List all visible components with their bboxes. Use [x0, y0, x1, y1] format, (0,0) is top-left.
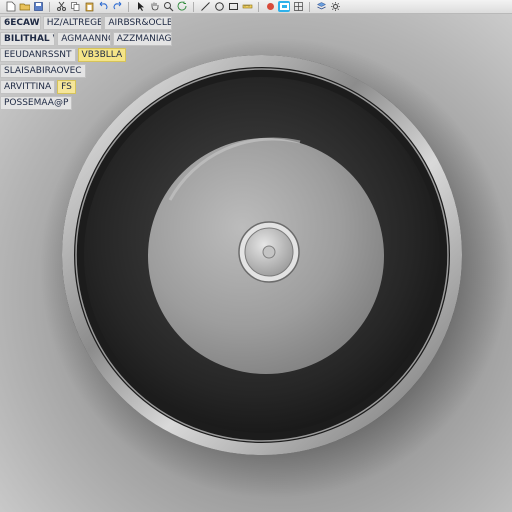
cut-button[interactable]: [55, 1, 67, 12]
paste-button[interactable]: [83, 1, 95, 12]
paste-icon: [85, 2, 93, 12]
highlighted-value[interactable]: VB3BLLA: [77, 48, 127, 62]
new-file-button[interactable]: [4, 1, 16, 12]
zoom-button[interactable]: [162, 1, 174, 12]
layers-button[interactable]: [315, 1, 327, 12]
view-button[interactable]: [278, 1, 290, 12]
panel-row: 6ECAW HZ/ALTREGE AIRBSR&OCLB: [0, 15, 172, 31]
property-key[interactable]: 6ECAW: [0, 16, 41, 30]
panel-row: ARVITTINA FS: [0, 79, 172, 95]
view-icon: [279, 3, 289, 10]
rectangle-button[interactable]: [227, 1, 239, 12]
properties-panel: 6ECAW HZ/ALTREGE AIRBSR&OCLB BILITHAL V …: [0, 15, 172, 111]
grid-button[interactable]: [292, 1, 304, 12]
pan-hand-icon: [151, 2, 158, 11]
line-button[interactable]: [199, 1, 211, 12]
highlighted-value[interactable]: FS: [57, 80, 76, 94]
measure-icon: [242, 4, 252, 9]
undo-icon: [99, 1, 107, 10]
property-value[interactable]: HZ/ALTREGE: [42, 16, 103, 30]
property-value[interactable]: EEUDANRSSNT: [0, 48, 76, 62]
toolbar-separator: [49, 1, 50, 12]
grid-icon: [293, 2, 303, 11]
copy-icon: [70, 2, 79, 11]
property-value[interactable]: SLAISABIRAOVEC: [0, 64, 86, 78]
copy-button[interactable]: [69, 1, 81, 12]
toolbar-separator: [193, 1, 194, 12]
save-icon: [33, 2, 43, 11]
toolbar-separator: [258, 1, 259, 12]
line-icon: [200, 2, 210, 11]
select-arrow-icon: [137, 2, 144, 11]
property-value[interactable]: AIRBSR&OCLB: [104, 16, 172, 30]
panel-row: POSSEMAA@P: [0, 95, 172, 111]
undo-button[interactable]: [97, 1, 109, 12]
cut-icon: [56, 1, 66, 11]
circle-icon: [214, 2, 224, 11]
open-folder-icon: [19, 3, 30, 11]
rectangle-icon: [228, 3, 238, 10]
render-button[interactable]: [264, 1, 276, 12]
property-key[interactable]: BILITHAL V: [0, 32, 56, 46]
center-bolt: [262, 245, 276, 259]
toolbar-separator: [309, 1, 310, 12]
rotate-button[interactable]: [176, 1, 188, 12]
property-value[interactable]: AGMAANNG: [57, 32, 111, 46]
settings-button[interactable]: [329, 1, 341, 12]
layers-icon: [316, 2, 326, 10]
rotate-icon: [177, 1, 186, 11]
settings-icon: [330, 2, 340, 11]
zoom-icon: [163, 2, 173, 12]
render-icon: [266, 3, 274, 10]
redo-icon: [113, 1, 121, 10]
measure-button[interactable]: [241, 1, 253, 12]
property-value[interactable]: AZZMANIAGS: [112, 32, 172, 46]
save-button[interactable]: [32, 1, 44, 12]
panel-row: SLAISABIRAOVEC: [0, 63, 172, 79]
toolbar-separator: [128, 1, 129, 12]
property-value[interactable]: ARVITTINA: [0, 80, 56, 94]
new-file-icon: [6, 1, 15, 12]
panel-row: BILITHAL V AGMAANNG AZZMANIAGS: [0, 31, 172, 47]
pan-hand-button[interactable]: [148, 1, 160, 12]
redo-button[interactable]: [111, 1, 123, 12]
select-arrow-button[interactable]: [134, 1, 146, 12]
main-toolbar: [0, 0, 512, 14]
property-value[interactable]: POSSEMAA@P: [0, 96, 73, 110]
circle-button[interactable]: [213, 1, 225, 12]
panel-row: EEUDANRSSNT VB3BLLA: [0, 47, 172, 63]
open-folder-button[interactable]: [18, 1, 30, 12]
